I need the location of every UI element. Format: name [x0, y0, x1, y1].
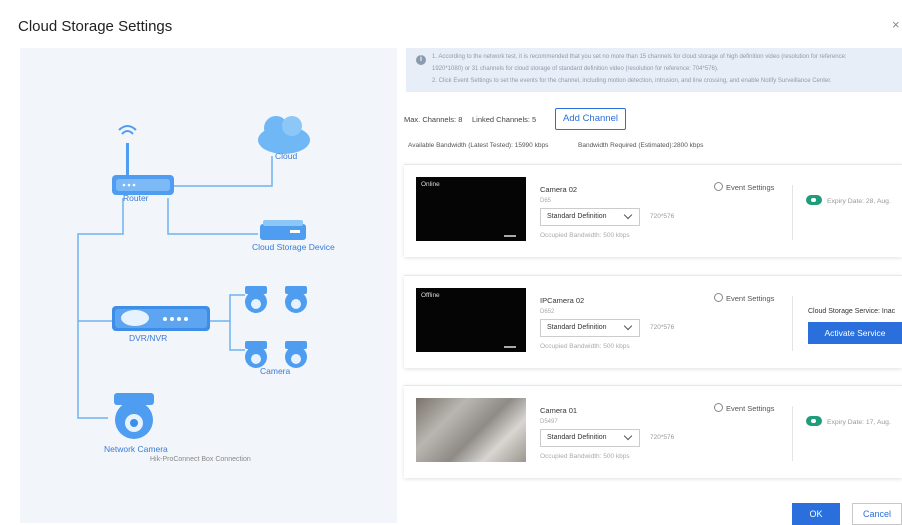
cloud-storage-device-label: Cloud Storage Device — [252, 242, 335, 252]
camera-preview[interactable]: Offline — [416, 288, 526, 352]
quality-value: Standard Definition — [547, 324, 607, 331]
camera-name: IPCamera 02 — [540, 296, 585, 305]
quality-value: Standard Definition — [547, 434, 607, 441]
ok-button[interactable]: OK — [792, 503, 840, 525]
expiry-date: Expiry Date: 17, Aug. — [827, 419, 891, 426]
camera-serial: D5497 — [540, 419, 558, 425]
event-settings-link[interactable]: Event Settings — [714, 403, 774, 413]
occupied-bandwidth: Occupied Bandwidth: 500 kbps — [540, 453, 630, 460]
expiry-date: Expiry Date: 28, Aug. — [827, 198, 891, 205]
camera-state: Online — [421, 181, 440, 188]
camera-preview[interactable]: Online — [416, 177, 526, 241]
expiry-info: Expiry Date: 17, Aug. — [806, 416, 891, 426]
max-channels: Max. Channels: 8 — [404, 115, 463, 124]
cloud-storage-dialog: Cloud Storage Settings × Router Cloud Cl… — [0, 0, 902, 525]
resolution: 720*576 — [650, 434, 675, 441]
divider — [792, 296, 793, 351]
channel-card: Online Camera 02 D65 Standard Definition… — [404, 164, 902, 257]
cancel-button[interactable]: Cancel — [852, 503, 902, 525]
router-icon — [112, 125, 174, 195]
router-label: Router — [123, 193, 149, 203]
divider — [792, 406, 793, 461]
event-settings-label: Event Settings — [726, 294, 775, 303]
occupied-bandwidth: Occupied Bandwidth: 500 kbps — [540, 232, 630, 239]
notice-line-2: 1920*1080) or 31 channels for cloud stor… — [432, 66, 719, 72]
gear-icon — [714, 182, 723, 191]
resolution: 720*576 — [650, 213, 675, 220]
camera-label: Camera — [260, 366, 291, 376]
topology-diagram: Router Cloud Cloud Storage Device DVR/NV… — [20, 48, 397, 523]
camera-name: Camera 02 — [540, 185, 578, 194]
notice-banner: i 1. According to the network test, it i… — [406, 48, 902, 92]
preview-tag — [504, 235, 516, 237]
preview-tag — [504, 346, 516, 348]
linked-channels: Linked Channels: 5 — [472, 115, 537, 124]
cloud-icon — [258, 116, 310, 154]
network-camera-icon — [114, 393, 154, 439]
expiry-info: Expiry Date: 28, Aug. — [806, 195, 891, 205]
notice-line-1: 1. According to the network test, it is … — [432, 54, 847, 60]
cloud-service-icon — [806, 195, 822, 205]
camera-state: Offline — [421, 292, 440, 299]
channel-card: Offline IPCamera 02 D652 Standard Defini… — [404, 275, 902, 368]
event-settings-link[interactable]: Event Settings — [714, 293, 774, 303]
event-settings-link[interactable]: Event Settings — [714, 182, 774, 192]
dome-cameras-icon — [245, 286, 307, 368]
available-bandwidth: Available Bandwidth (Latest Tested): 159… — [408, 142, 549, 149]
camera-name: Camera 01 — [540, 406, 578, 415]
cloud-service-icon — [806, 416, 822, 426]
event-settings-label: Event Settings — [726, 404, 775, 413]
camera-preview[interactable] — [416, 398, 526, 462]
activate-service-button[interactable]: Activate Service — [808, 322, 902, 344]
add-channel-button[interactable]: Add Channel — [555, 108, 626, 130]
quality-value: Standard Definition — [547, 213, 607, 220]
cloud-label: Cloud — [275, 151, 298, 161]
gear-icon — [714, 293, 723, 302]
camera-serial: D65 — [540, 198, 552, 204]
required-bandwidth: Bandwidth Required (Estimated):2800 kbps — [578, 142, 704, 149]
close-icon[interactable]: × — [892, 17, 900, 32]
channel-card: Camera 01 D5497 Standard Definition 720*… — [404, 385, 902, 478]
divider — [792, 185, 793, 240]
storage-device-icon — [260, 220, 306, 240]
info-icon: i — [416, 55, 426, 65]
dvr-icon — [112, 306, 210, 331]
occupied-bandwidth: Occupied Bandwidth: 500 kbps — [540, 343, 630, 350]
resolution: 720*576 — [650, 324, 675, 331]
chevron-down-icon — [623, 431, 633, 441]
dialog-title: Cloud Storage Settings — [18, 18, 173, 35]
chevron-down-icon — [623, 321, 633, 331]
dvr-label: DVR/NVR — [129, 333, 168, 343]
quality-select[interactable]: Standard Definition — [540, 319, 640, 337]
topology-lines — [77, 116, 310, 439]
event-settings-label: Event Settings — [726, 183, 775, 192]
notice-line-3: 2. Click Event Settings to set the event… — [432, 78, 832, 84]
network-camera-label: Network Camera — [104, 444, 168, 454]
quality-select[interactable]: Standard Definition — [540, 208, 640, 226]
gear-icon — [714, 403, 723, 412]
cloud-storage-service-status: Cloud Storage Service: Inac — [808, 308, 896, 315]
box-connection-label: Hik-ProConnect Box Connection — [150, 456, 251, 463]
chevron-down-icon — [623, 210, 633, 220]
quality-select[interactable]: Standard Definition — [540, 429, 640, 447]
camera-serial: D652 — [540, 309, 555, 315]
